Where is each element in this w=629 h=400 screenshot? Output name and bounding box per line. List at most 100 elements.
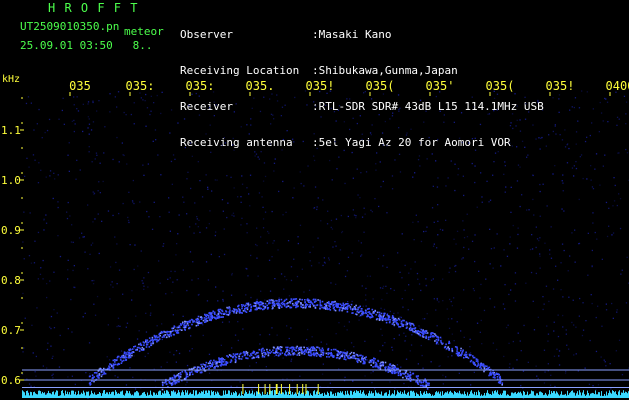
- noise-speck: [506, 255, 509, 257]
- noise-speck: [365, 287, 367, 290]
- noise-speck: [281, 149, 283, 151]
- noise-speck: [116, 325, 118, 328]
- noise-speck: [389, 381, 391, 383]
- noise-speck: [69, 215, 71, 217]
- arc-dot: [325, 352, 328, 355]
- baseline-bar: [288, 391, 289, 398]
- noise-speck: [317, 197, 319, 199]
- noise-speck: [153, 102, 155, 104]
- baseline-bar: [621, 392, 622, 398]
- baseline-bar: [480, 395, 481, 398]
- arc-dot: [483, 370, 485, 373]
- baseline-bar: [203, 390, 204, 398]
- arc-dot: [284, 299, 286, 302]
- arc-dot: [339, 356, 342, 359]
- arc-dot: [409, 329, 412, 332]
- noise-speck: [125, 326, 127, 328]
- baseline-bar: [384, 393, 385, 398]
- arc-dot: [446, 348, 448, 350]
- noise-speck: [312, 246, 314, 248]
- noise-speck: [562, 326, 564, 328]
- noise-speck: [170, 270, 172, 272]
- arc-dot: [315, 349, 317, 351]
- noise-speck: [512, 367, 514, 369]
- arc-dot: [277, 352, 279, 354]
- noise-speck: [544, 242, 546, 244]
- noise-speck: [261, 196, 263, 198]
- noise-speck: [237, 339, 239, 342]
- arc-dot: [278, 354, 280, 357]
- arc-dot: [298, 352, 301, 354]
- noise-speck: [586, 91, 588, 93]
- noise-speck: [573, 324, 575, 326]
- noise-speck: [445, 376, 447, 378]
- noise-speck: [145, 331, 148, 333]
- baseline-bar: [524, 391, 525, 398]
- noise-speck: [46, 129, 49, 132]
- noise-speck: [237, 321, 239, 323]
- baseline-bar: [172, 391, 173, 398]
- arc-dot: [359, 360, 362, 363]
- noise-speck: [552, 173, 554, 175]
- noise-speck: [91, 161, 93, 163]
- arc-dot: [161, 383, 164, 386]
- arc-dot: [188, 320, 190, 323]
- noise-speck: [474, 234, 476, 236]
- noise-speck: [177, 122, 179, 124]
- noise-speck: [557, 335, 560, 338]
- arc-dot: [307, 301, 310, 303]
- noise-speck: [403, 382, 405, 385]
- noise-speck: [127, 219, 130, 222]
- baseline-bar: [529, 394, 530, 398]
- baseline-bar: [371, 391, 372, 398]
- noise-speck: [479, 297, 481, 299]
- noise-speck: [132, 201, 134, 203]
- baseline-bar: [433, 395, 434, 398]
- baseline-bar: [44, 392, 45, 398]
- noise-speck: [382, 254, 385, 257]
- noise-speck: [198, 219, 200, 221]
- arc-dot: [372, 311, 375, 313]
- noise-speck: [504, 308, 506, 310]
- noise-speck: [391, 115, 394, 117]
- arc-dot: [158, 336, 160, 338]
- noise-speck: [425, 284, 428, 287]
- arc-dot: [209, 313, 211, 315]
- arc-dot: [460, 349, 462, 352]
- noise-speck: [157, 154, 159, 156]
- noise-speck: [44, 131, 46, 134]
- noise-speck: [172, 154, 175, 156]
- arc-dot: [268, 301, 270, 303]
- baseline-bar: [256, 391, 257, 398]
- arc-dot: [314, 306, 317, 309]
- noise-speck: [231, 274, 233, 276]
- arc-dot: [405, 370, 408, 372]
- noise-speck: [72, 241, 74, 243]
- noise-speck: [599, 101, 601, 104]
- baseline-bar: [477, 395, 478, 398]
- arc-dot: [181, 329, 183, 331]
- baseline-bar: [322, 393, 323, 398]
- noise-speck: [600, 112, 603, 114]
- noise-speck: [131, 200, 134, 202]
- noise-speck: [138, 330, 140, 332]
- arc-dot: [468, 354, 471, 357]
- noise-speck: [559, 134, 561, 136]
- noise-speck: [88, 151, 90, 153]
- baseline-spike: [264, 384, 266, 394]
- arc-dot: [456, 346, 458, 349]
- baseline-bar: [291, 394, 292, 398]
- arc-dot: [300, 305, 302, 307]
- baseline-bar: [581, 395, 582, 398]
- noise-speck: [625, 101, 628, 103]
- noise-speck: [288, 337, 290, 340]
- noise-speck: [365, 171, 368, 173]
- arc-dot: [125, 352, 127, 354]
- arc-dot: [260, 307, 262, 310]
- baseline-bar: [424, 391, 425, 398]
- noise-speck: [290, 358, 293, 360]
- x-tick-label: 035!: [306, 79, 335, 93]
- noise-speck: [35, 355, 37, 358]
- baseline-bar: [540, 391, 541, 398]
- baseline-bar: [91, 390, 92, 398]
